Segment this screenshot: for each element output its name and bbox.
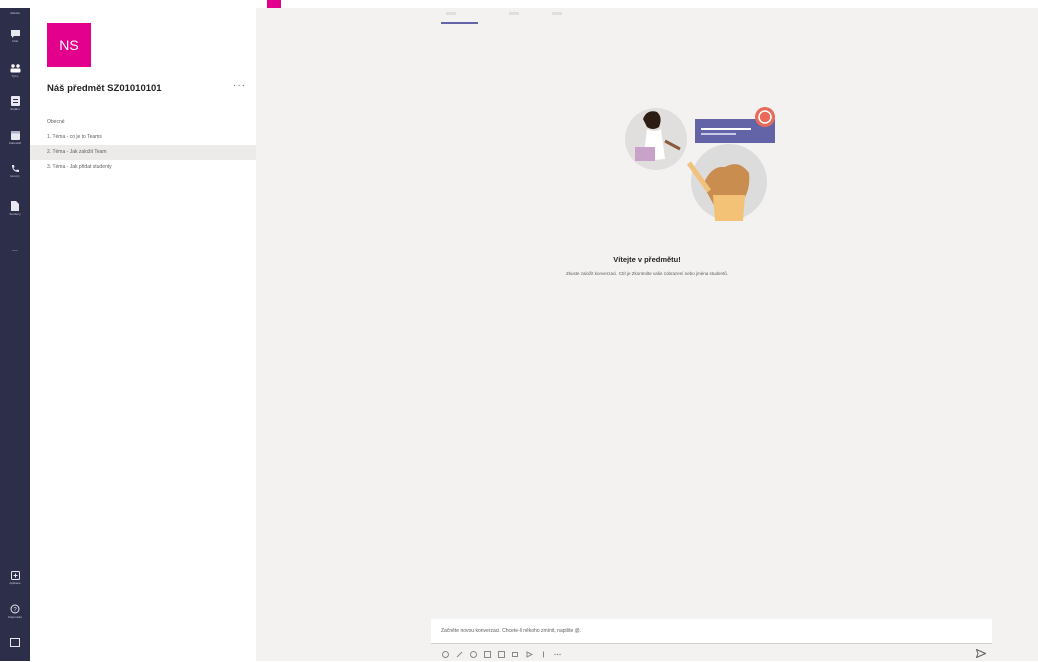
files-icon (11, 201, 19, 211)
app-rail: Aktivita Chat Týmy Zadání Kalendář Hovor… (0, 8, 30, 661)
channel-list: Obecné 1. Téma - co je to Teams 2. Téma … (30, 115, 256, 175)
channel-item-topic-1[interactable]: 1. Téma - co je to Teams (30, 130, 256, 145)
team-avatar[interactable]: NS (47, 23, 91, 67)
rail-help[interactable]: ? Nápověda (0, 604, 30, 619)
chat-icon (10, 30, 20, 38)
tab-add[interactable] (552, 12, 562, 15)
meet-now-icon[interactable] (511, 650, 519, 658)
rail-label: Aplikace (9, 581, 21, 585)
rail-feedback[interactable] (0, 638, 30, 647)
attach-icon[interactable] (455, 650, 463, 658)
rail-calendar[interactable]: Kalendář (0, 131, 30, 145)
welcome-illustration (625, 107, 775, 221)
rail-teams[interactable]: Týmy (0, 64, 30, 78)
rail-label: Aktivita (10, 11, 20, 15)
rail-chat[interactable]: Chat (0, 30, 30, 43)
praise-icon[interactable] (539, 650, 547, 658)
tab-posts[interactable] (446, 12, 456, 15)
help-icon: ? (10, 604, 20, 614)
rail-label: Soubory (9, 212, 21, 216)
stream-icon[interactable] (525, 650, 533, 658)
rail-files[interactable]: Soubory (0, 201, 30, 216)
send-icon[interactable] (975, 648, 987, 660)
rail-label: Týmy (11, 74, 19, 78)
rail-label: Kalendář (8, 141, 21, 145)
rail-assignments[interactable]: Zadání (0, 96, 30, 111)
window-top-strip (0, 0, 1038, 8)
phone-icon (11, 165, 19, 172)
welcome-title: Vítejte v předmětu! (613, 255, 681, 264)
compose-toolbar (441, 650, 561, 662)
assignments-icon (10, 96, 20, 106)
channel-item-general[interactable]: Obecné (30, 115, 256, 130)
rail-apps[interactable]: Aplikace (0, 571, 30, 585)
emoji-icon[interactable] (469, 650, 477, 658)
main-area: Vítejte v předmětu! Zkuste založit konve… (256, 0, 1038, 662)
rail-label: Hovory (10, 174, 20, 178)
apps-icon (10, 571, 20, 580)
rail-label: Chat (11, 39, 19, 43)
compose-box[interactable]: Začněte novou konverzaci. Chcete-li něko… (431, 619, 992, 644)
rail-label: Zadání (10, 107, 20, 111)
team-name[interactable]: Náš předmět SZ01010101 (47, 83, 162, 94)
sticker-icon[interactable] (497, 650, 505, 658)
rail-activity[interactable]: Aktivita (0, 10, 30, 15)
feedback-icon (10, 638, 20, 647)
channel-item-topic-3[interactable]: 3. Téma - Jak přidat studenty (30, 160, 256, 175)
rail-calls[interactable]: Hovory (0, 164, 30, 178)
channel-header-indicator (267, 0, 281, 8)
active-tab-indicator (441, 22, 478, 24)
welcome-text: Zkuste založit konverzaci. Ctít je Zkont… (565, 271, 729, 276)
more-options-icon[interactable] (553, 650, 561, 658)
team-panel: NS Náš předmět SZ01010101 ··· Obecné 1. … (30, 8, 256, 661)
rail-label: Nápověda (8, 615, 22, 619)
channel-item-topic-2[interactable]: 2. Téma - Jak založit Team (30, 145, 256, 160)
format-icon[interactable] (441, 650, 449, 658)
calendar-icon (10, 131, 20, 140)
more-icon: ... (12, 246, 18, 253)
teams-icon (10, 64, 20, 73)
compose-input[interactable]: Začněte novou konverzaci. Chcete-li něko… (441, 628, 581, 634)
tab-files[interactable] (509, 12, 519, 15)
giphy-icon[interactable] (483, 650, 491, 658)
rail-more[interactable]: ... (0, 238, 30, 256)
team-more-options[interactable]: ··· (233, 80, 246, 91)
